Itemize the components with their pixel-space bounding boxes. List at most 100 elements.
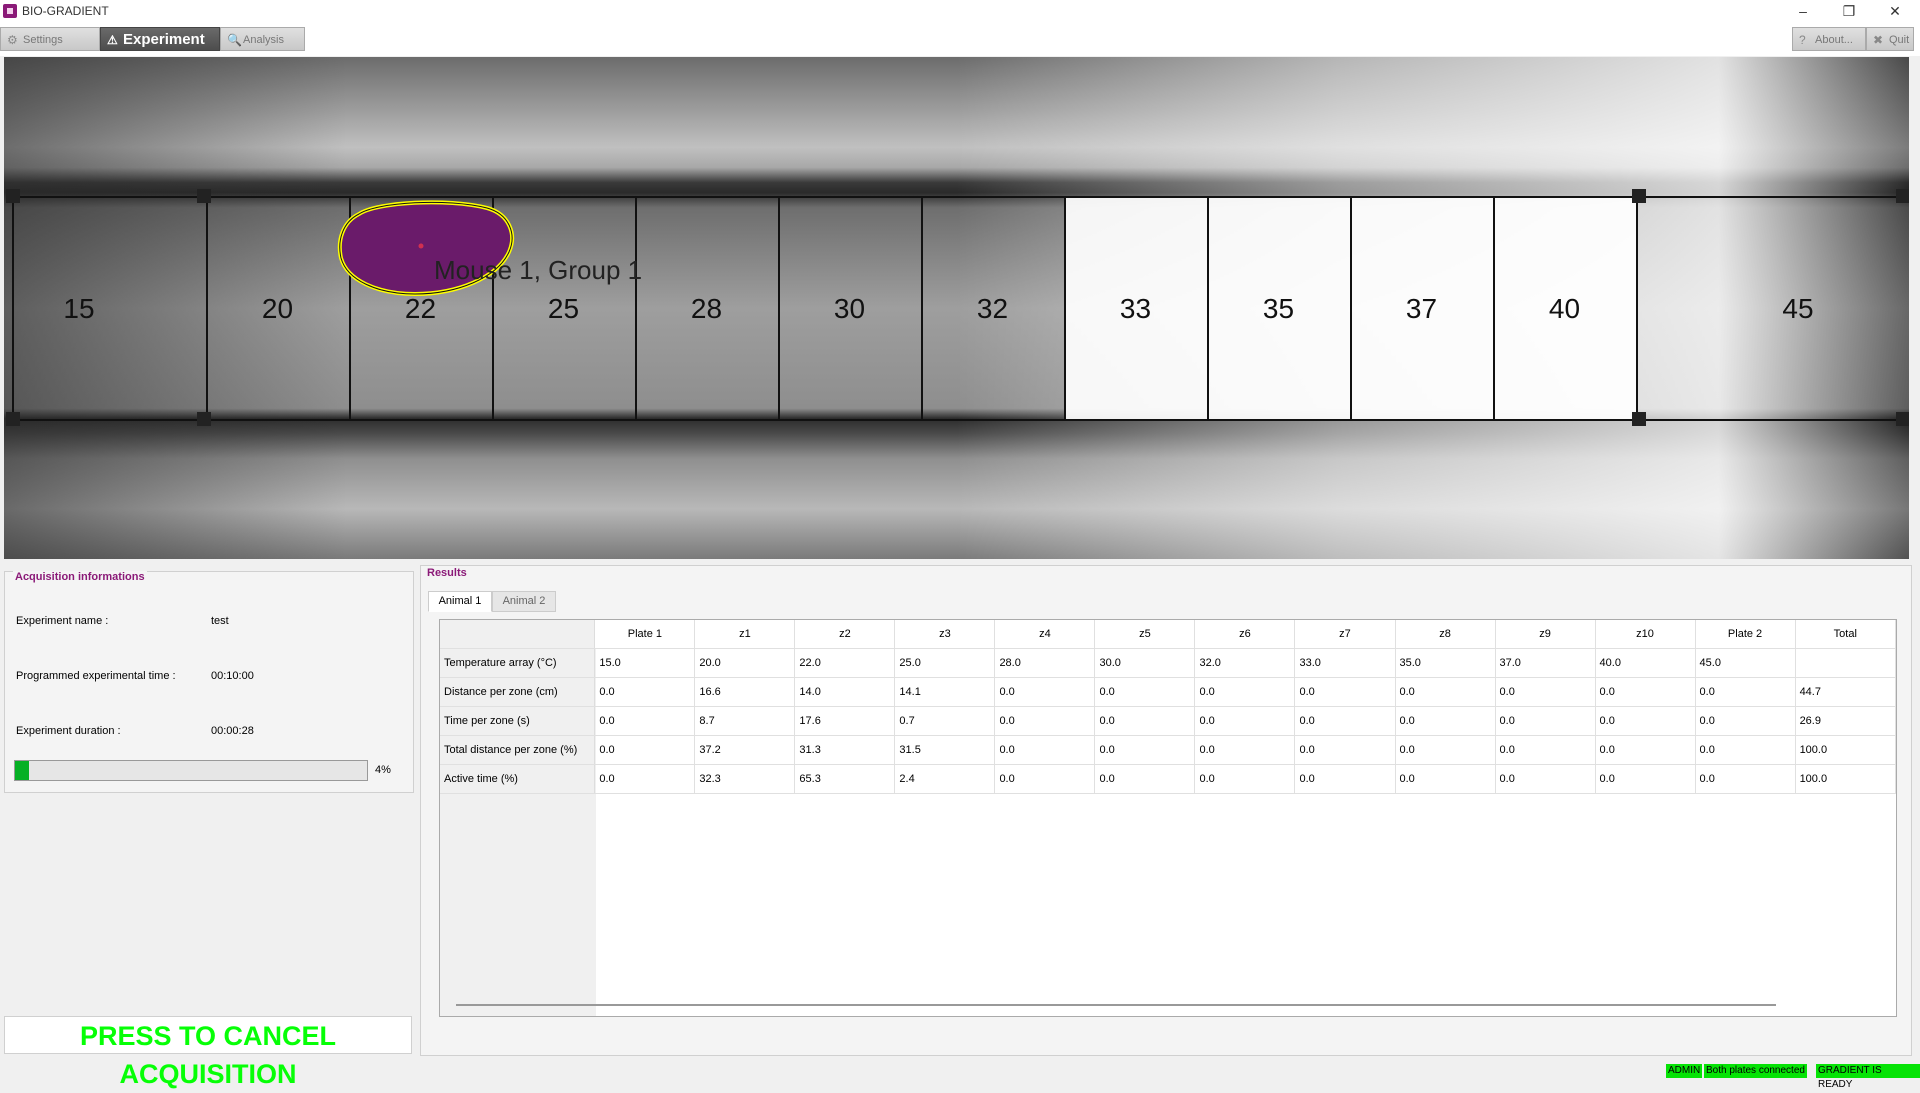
tab-animal-1[interactable]: Animal 1 bbox=[428, 591, 492, 612]
table-cell[interactable]: 31.3 bbox=[794, 735, 896, 765]
table-cell[interactable]: 0.0 bbox=[1595, 706, 1696, 736]
table-cell[interactable]: 0.0 bbox=[1194, 706, 1296, 736]
column-header[interactable]: z6 bbox=[1194, 620, 1296, 649]
table-cell[interactable]: 0.0 bbox=[1294, 677, 1396, 707]
magnifier-icon: 🔍 bbox=[227, 33, 242, 47]
column-header[interactable]: z8 bbox=[1395, 620, 1496, 649]
close-button[interactable]: ✕ bbox=[1872, 0, 1918, 22]
table-cell[interactable]: 0.0 bbox=[1495, 764, 1596, 794]
column-header[interactable]: Total bbox=[1795, 620, 1896, 649]
column-header[interactable]: z5 bbox=[1094, 620, 1196, 649]
table-cell[interactable]: 33.0 bbox=[1294, 648, 1396, 678]
column-header[interactable]: z3 bbox=[894, 620, 996, 649]
table-cell[interactable]: 0.0 bbox=[1194, 764, 1296, 794]
column-header[interactable]: z7 bbox=[1294, 620, 1396, 649]
table-cell[interactable]: 16.6 bbox=[694, 677, 796, 707]
table-cell[interactable]: 0.0 bbox=[594, 735, 696, 765]
table-cell[interactable]: 2.4 bbox=[894, 764, 996, 794]
minimize-button[interactable]: – bbox=[1780, 0, 1826, 22]
table-cell[interactable]: 28.0 bbox=[994, 648, 1096, 678]
table-cell[interactable]: 100.0 bbox=[1795, 764, 1896, 794]
table-cell[interactable]: 0.0 bbox=[1395, 677, 1496, 707]
roi-handle-top-right[interactable] bbox=[1896, 189, 1909, 203]
table-cell[interactable]: 0.0 bbox=[1395, 706, 1496, 736]
restore-button[interactable]: ❐ bbox=[1826, 0, 1872, 22]
tab-animal-2[interactable]: Animal 2 bbox=[492, 591, 556, 612]
table-cell[interactable]: 100.0 bbox=[1795, 735, 1896, 765]
table-cell[interactable]: 0.0 bbox=[1495, 677, 1596, 707]
table-cell[interactable]: 15.0 bbox=[594, 648, 696, 678]
roi-handle-plate1-top[interactable] bbox=[197, 189, 211, 203]
roi-handle-bottom-left[interactable] bbox=[6, 412, 20, 426]
tab-analysis[interactable]: 🔍 Analysis bbox=[220, 27, 305, 51]
table-cell[interactable] bbox=[1795, 648, 1896, 678]
table-cell[interactable]: 0.0 bbox=[1495, 735, 1596, 765]
table-cell[interactable]: 40.0 bbox=[1595, 648, 1696, 678]
table-cell[interactable]: 0.0 bbox=[1695, 735, 1796, 765]
table-cell[interactable]: 0.0 bbox=[1395, 764, 1496, 794]
table-cell[interactable]: 0.0 bbox=[1194, 735, 1296, 765]
table-cell[interactable]: 44.7 bbox=[1795, 677, 1896, 707]
table-cell[interactable]: 0.0 bbox=[1094, 677, 1196, 707]
table-cell[interactable]: 35.0 bbox=[1395, 648, 1496, 678]
about-button[interactable]: ? About... bbox=[1792, 27, 1866, 51]
table-cell[interactable]: 0.0 bbox=[594, 764, 696, 794]
table-cell[interactable]: 0.0 bbox=[1695, 764, 1796, 794]
tab-experiment[interactable]: ⚠ Experiment bbox=[100, 27, 220, 51]
column-header[interactable]: Plate 2 bbox=[1695, 620, 1796, 649]
table-cell[interactable]: 0.0 bbox=[1294, 706, 1396, 736]
column-header[interactable]: z4 bbox=[994, 620, 1096, 649]
table-cell[interactable]: 37.0 bbox=[1495, 648, 1596, 678]
table-cell[interactable]: 65.3 bbox=[794, 764, 896, 794]
table-cell[interactable]: 25.0 bbox=[894, 648, 996, 678]
table-cell[interactable]: 8.7 bbox=[694, 706, 796, 736]
table-cell[interactable]: 32.0 bbox=[1194, 648, 1296, 678]
table-cell[interactable]: 20.0 bbox=[694, 648, 796, 678]
table-cell[interactable]: 0.0 bbox=[1094, 764, 1196, 794]
table-cell[interactable]: 30.0 bbox=[1094, 648, 1196, 678]
table-cell[interactable]: 0.0 bbox=[1094, 706, 1196, 736]
table-cell[interactable]: 14.1 bbox=[894, 677, 996, 707]
table-cell[interactable]: 0.0 bbox=[1595, 677, 1696, 707]
table-cell[interactable]: 0.0 bbox=[1395, 735, 1496, 765]
quit-button[interactable]: ✖ Quit bbox=[1866, 27, 1914, 51]
tab-settings[interactable]: ⚙ Settings bbox=[0, 27, 100, 51]
column-header[interactable]: z2 bbox=[794, 620, 896, 649]
table-cell[interactable]: 45.0 bbox=[1695, 648, 1796, 678]
roi-handle-plate2-bottom[interactable] bbox=[1632, 412, 1646, 426]
table-cell[interactable]: 0.0 bbox=[1695, 677, 1796, 707]
table-cell[interactable]: 0.0 bbox=[1595, 764, 1696, 794]
table-cell[interactable]: 0.0 bbox=[1495, 706, 1596, 736]
table-cell[interactable]: 17.6 bbox=[794, 706, 896, 736]
roi-handle-plate2-top[interactable] bbox=[1632, 189, 1646, 203]
table-cell[interactable]: 0.7 bbox=[894, 706, 996, 736]
roi-handle-top-left[interactable] bbox=[6, 189, 20, 203]
camera-feed[interactable]: Mouse 1, Group 1 15 20 22 25 28 30 32 33 35 37 40 4… bbox=[4, 57, 1909, 559]
column-header[interactable]: z10 bbox=[1595, 620, 1696, 649]
table-cell[interactable]: 0.0 bbox=[1595, 735, 1696, 765]
table-cell[interactable]: 0.0 bbox=[994, 706, 1096, 736]
table-cell[interactable]: 22.0 bbox=[794, 648, 896, 678]
column-header[interactable]: z9 bbox=[1495, 620, 1596, 649]
column-header[interactable]: z1 bbox=[694, 620, 796, 649]
table-cell[interactable]: 0.0 bbox=[1194, 677, 1296, 707]
table-cell[interactable]: 0.0 bbox=[1294, 735, 1396, 765]
cancel-acquisition-button[interactable]: PRESS TO CANCEL ACQUISITION bbox=[4, 1016, 412, 1089]
table-cell[interactable]: 0.0 bbox=[994, 677, 1096, 707]
table-cell[interactable]: 0.0 bbox=[594, 677, 696, 707]
table-cell[interactable]: 0.0 bbox=[994, 735, 1096, 765]
roi-handle-bottom-right[interactable] bbox=[1896, 412, 1909, 426]
table-cell[interactable]: 31.5 bbox=[894, 735, 996, 765]
table-cell[interactable]: 0.0 bbox=[994, 764, 1096, 794]
table-cell[interactable]: 0.0 bbox=[1695, 706, 1796, 736]
column-header[interactable]: Plate 1 bbox=[594, 620, 696, 649]
table-cell[interactable]: 0.0 bbox=[1294, 764, 1396, 794]
table-cell[interactable]: 37.2 bbox=[694, 735, 796, 765]
table-cell[interactable]: 0.0 bbox=[594, 706, 696, 736]
roi-handle-plate1-bottom[interactable] bbox=[197, 412, 211, 426]
table-cell[interactable]: 0.0 bbox=[1094, 735, 1196, 765]
table-cell[interactable]: 32.3 bbox=[694, 764, 796, 794]
table-cell[interactable]: 26.9 bbox=[1795, 706, 1896, 736]
horizontal-scrollbar[interactable] bbox=[456, 1004, 1776, 1006]
table-cell[interactable]: 14.0 bbox=[794, 677, 896, 707]
